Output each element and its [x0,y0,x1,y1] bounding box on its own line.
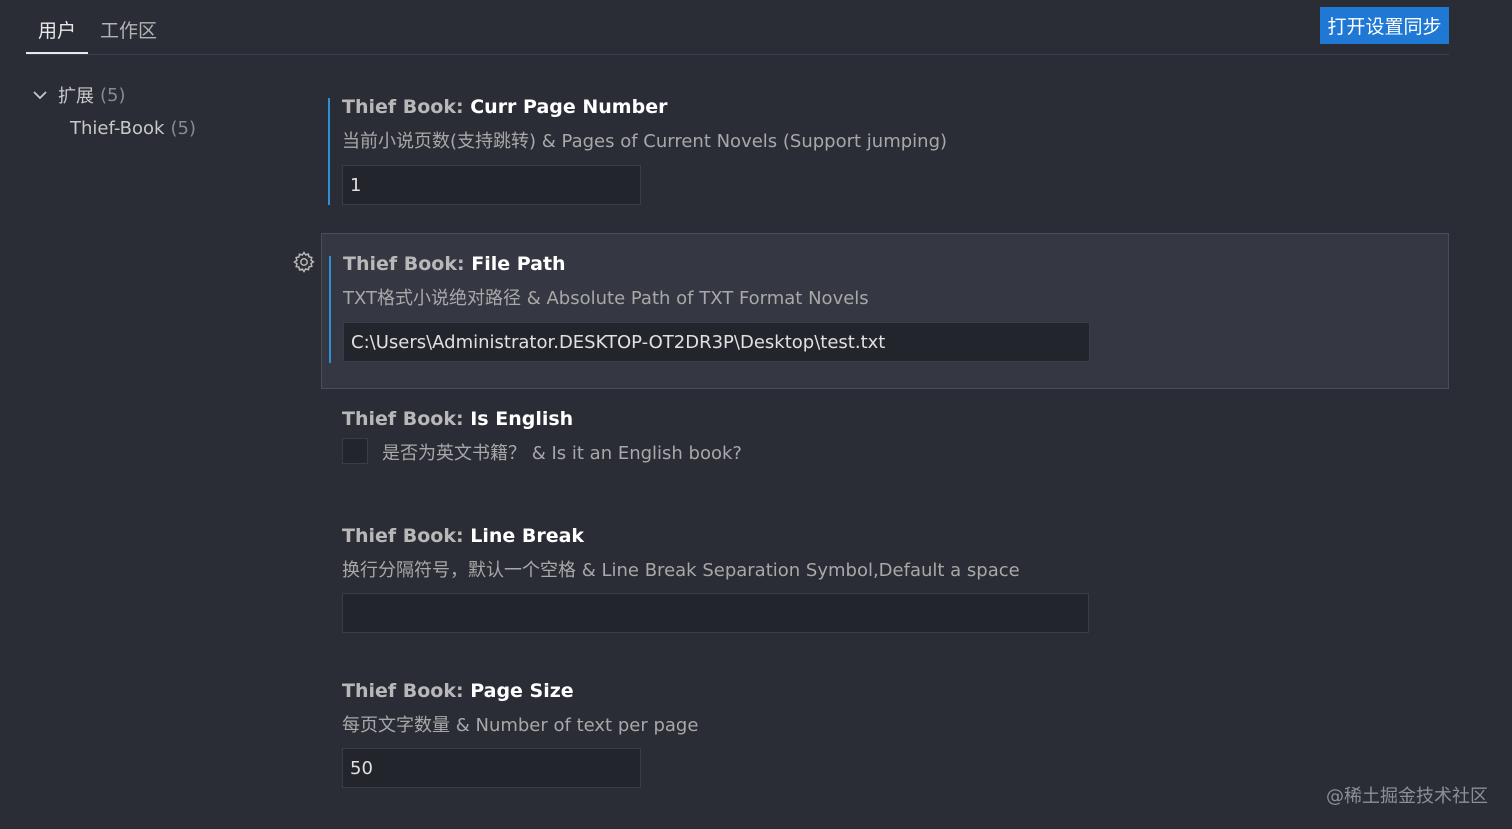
settings-tabs: 用户 工作区 [26,0,169,54]
setting-curr-page-number: Thief Book: Curr Page Number 当前小说页数(支持跳转… [321,90,1449,220]
page-size-input[interactable] [342,748,641,788]
tree-group-label: 扩展 [58,86,94,107]
tree-item-thief-book[interactable]: Thief-Book (5) [70,113,196,143]
setting-name: Is English [470,408,574,430]
setting-description: 换行分隔符号，默认一个空格 & Line Break Separation Sy… [342,560,1020,581]
setting-line-break: Thief Book: Line Break 换行分隔符号，默认一个空格 & L… [321,519,1449,639]
setting-title: Thief Book: Line Break [342,525,584,547]
is-english-checkbox[interactable] [342,438,368,464]
setting-category: Thief Book: [343,253,472,275]
tree-item-label: Thief-Book [70,117,165,139]
setting-page-size: Thief Book: Page Size 每页文字数量 & Number of… [321,674,1449,794]
setting-name: Line Break [470,525,585,547]
setting-name: Curr Page Number [470,96,668,118]
setting-title: Thief Book: Page Size [342,680,574,702]
settings-tree: 扩展 (5) Thief-Book (5) [30,80,196,139]
setting-title: Thief Book: File Path [343,253,566,275]
tree-item-count: (5) [170,117,196,139]
setting-is-english: Thief Book: Is English 是否为英文书籍？ & Is it … [321,402,1449,482]
setting-name: Page Size [470,680,574,702]
setting-category: Thief Book: [342,96,471,118]
setting-description: 每页文字数量 & Number of text per page [342,715,699,736]
file-path-input[interactable] [343,322,1090,362]
tabs-divider [26,54,1449,55]
line-break-input[interactable] [342,593,1089,633]
gear-icon[interactable] [292,250,316,274]
tree-group-extensions[interactable]: 扩展 (5) [30,80,126,110]
watermark: @稀土掘金技术社区 [1326,786,1488,807]
modified-indicator [329,256,331,363]
open-settings-sync-button[interactable]: 打开设置同步 [1320,7,1449,44]
setting-file-path: Thief Book: File Path TXT格式小说绝对路径 & Abso… [321,233,1449,389]
setting-category: Thief Book: [342,525,471,547]
setting-description: 当前小说页数(支持跳转) & Pages of Current Novels (… [342,131,948,152]
modified-indicator [328,98,330,205]
tab-user[interactable]: 用户 [26,0,89,54]
setting-category: Thief Book: [342,408,471,430]
tab-workspace[interactable]: 工作区 [88,0,169,54]
setting-title: Thief Book: Curr Page Number [342,96,667,118]
curr-page-number-input[interactable] [342,165,641,205]
chevron-down-icon [33,91,47,100]
tree-group-count: (5) [100,84,126,106]
settings-page: 用户 工作区 打开设置同步 扩展 (5) Thief-Book (5) Thie… [0,0,1512,829]
setting-description: TXT格式小说绝对路径 & Absolute Path of TXT Forma… [343,288,869,309]
setting-title: Thief Book: Is English [342,408,573,430]
setting-name: File Path [471,253,566,275]
setting-category: Thief Book: [342,680,471,702]
setting-description: 是否为英文书籍？ & Is it an English book? [382,443,742,464]
